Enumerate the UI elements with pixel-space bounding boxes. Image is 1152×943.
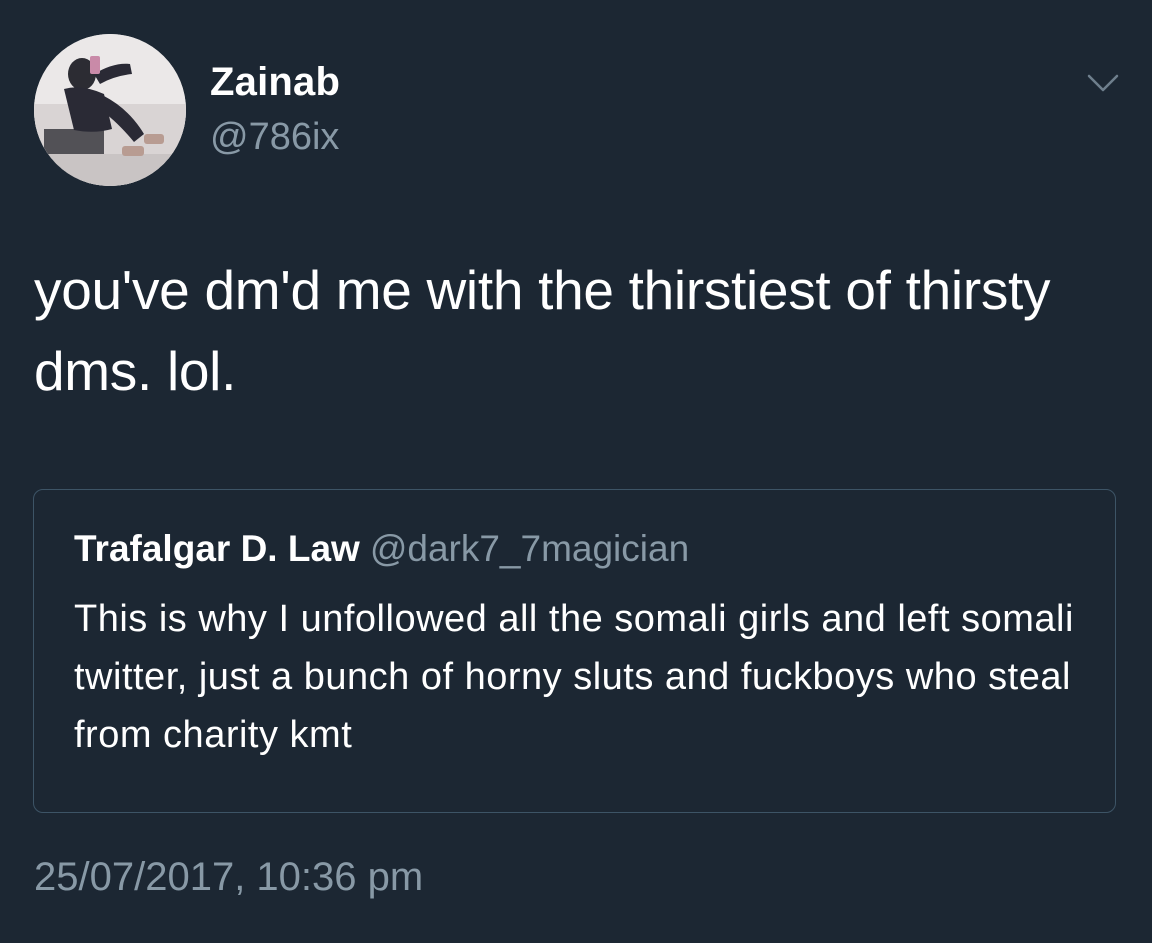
- tweet-text: you've dm'd me with the thirstiest of th…: [34, 259, 1051, 402]
- quoted-tweet-text: This is why I unfollowed all the somali …: [74, 598, 1074, 756]
- quoted-display-name: Trafalgar D. Law: [74, 528, 360, 569]
- avatar[interactable]: [34, 34, 186, 186]
- display-name[interactable]: Zainab: [210, 58, 340, 106]
- timestamp[interactable]: 25/07/2017, 10:36 pm: [34, 852, 423, 902]
- avatar-photo: [34, 34, 186, 186]
- quoted-user-handle: @dark7_7magician: [369, 528, 690, 569]
- quoted-tweet-header: Trafalgar D. Law @dark7_7magician: [74, 526, 689, 580]
- quoted-tweet[interactable]: Trafalgar D. Law @dark7_7magician This is…: [33, 489, 1116, 813]
- user-handle[interactable]: @786ix: [210, 114, 339, 160]
- chevron-down-icon[interactable]: [1083, 68, 1123, 98]
- tweet-card: Zainab @786ix you've dm'd me with the th…: [0, 0, 1152, 943]
